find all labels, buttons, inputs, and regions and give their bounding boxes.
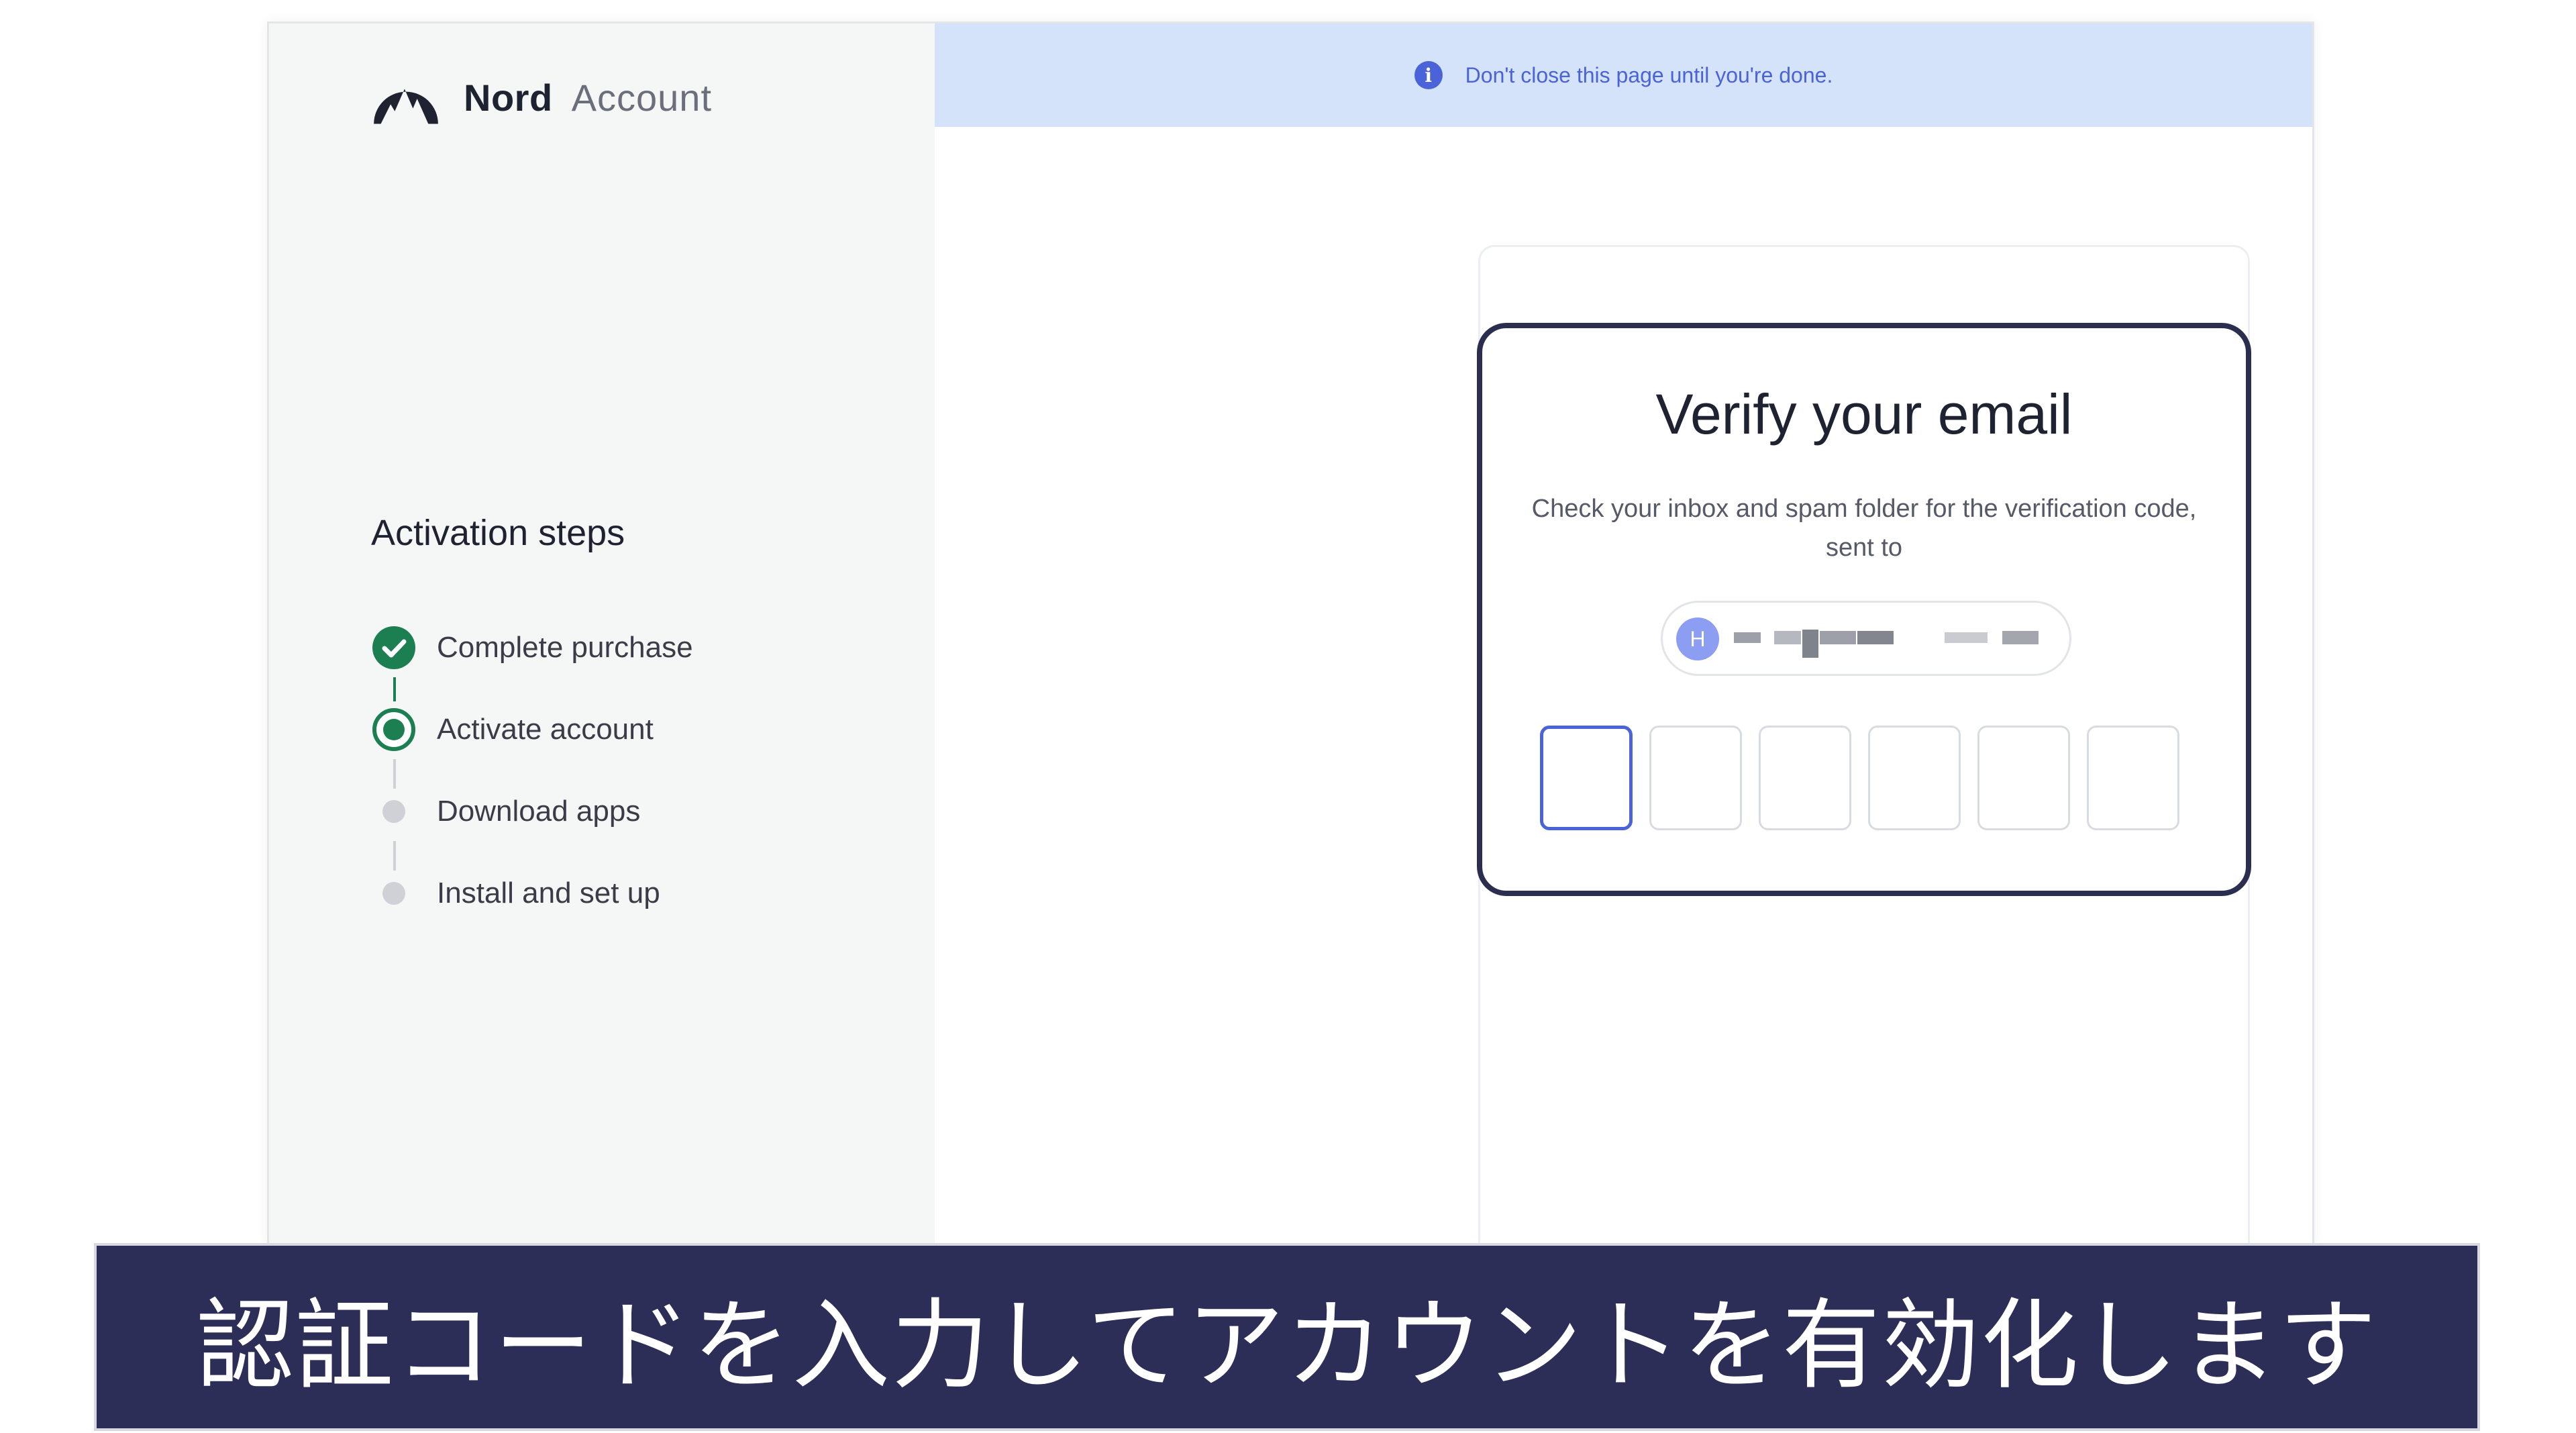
step-label: Download apps bbox=[437, 795, 641, 828]
step-download-apps: Download apps bbox=[371, 789, 640, 834]
brand-logo[interactable]: Nord Account bbox=[371, 68, 712, 127]
step-connector bbox=[393, 841, 396, 871]
verify-email-card: Verify your email Check your inbox and s… bbox=[1477, 323, 2251, 896]
main-content: i Don't close this page until you're don… bbox=[935, 23, 2312, 1254]
step-connector bbox=[393, 677, 396, 701]
email-chip: H bbox=[1661, 601, 2071, 676]
code-digit-input[interactable] bbox=[1649, 726, 1742, 830]
redacted-email-block bbox=[1945, 632, 1988, 643]
brand-name: Nord bbox=[464, 76, 553, 119]
info-icon: i bbox=[1414, 61, 1443, 89]
page-frame: Nord Account Activation steps Complete p… bbox=[267, 21, 2314, 1254]
caption-text: 認証コードを入力してアカウントを有効化します bbox=[196, 1288, 2378, 1403]
code-digit-input[interactable] bbox=[2087, 726, 2179, 830]
code-digit-input[interactable] bbox=[1977, 726, 2070, 830]
step-install-and-set-up: Install and set up bbox=[371, 871, 660, 916]
brand-product: Account bbox=[571, 76, 712, 119]
caption-banner: 認証コードを入力してアカウントを有効化します bbox=[94, 1243, 2480, 1431]
redacted-email-block bbox=[2002, 631, 2039, 644]
activation-steps-title: Activation steps bbox=[371, 513, 625, 553]
redacted-email-block bbox=[1734, 632, 1761, 643]
step-label: Complete purchase bbox=[437, 631, 693, 664]
step-connector bbox=[393, 759, 396, 789]
step-label: Install and set up bbox=[437, 877, 660, 909]
code-digit-input[interactable] bbox=[1868, 726, 1961, 830]
banner-text: Don't close this page until you're done. bbox=[1465, 62, 1833, 87]
redacted-email-block bbox=[1774, 631, 1801, 644]
check-circle-icon bbox=[371, 625, 417, 671]
step-label: Activate account bbox=[437, 713, 654, 746]
code-digit-input[interactable] bbox=[1759, 726, 1851, 830]
redacted-email-block bbox=[1802, 630, 1818, 658]
code-digit-input[interactable] bbox=[1540, 726, 1633, 830]
card-description: Check your inbox and spam folder for the… bbox=[1531, 495, 2197, 562]
pending-step-icon bbox=[371, 789, 417, 834]
verification-code-inputs bbox=[1540, 726, 2179, 830]
card-title: Verify your email bbox=[1655, 383, 2073, 446]
redacted-email-block bbox=[1857, 631, 1894, 644]
pending-step-icon bbox=[371, 871, 417, 916]
redacted-email-block bbox=[1820, 631, 1856, 644]
avatar: H bbox=[1676, 617, 1719, 660]
nord-mountain-icon bbox=[374, 89, 438, 124]
step-activate-account: Activate account bbox=[371, 707, 654, 752]
info-banner: i Don't close this page until you're don… bbox=[935, 23, 2312, 127]
step-complete-purchase: Complete purchase bbox=[371, 625, 693, 671]
sidebar: Nord Account Activation steps Complete p… bbox=[269, 23, 935, 1245]
current-step-icon bbox=[371, 707, 417, 752]
